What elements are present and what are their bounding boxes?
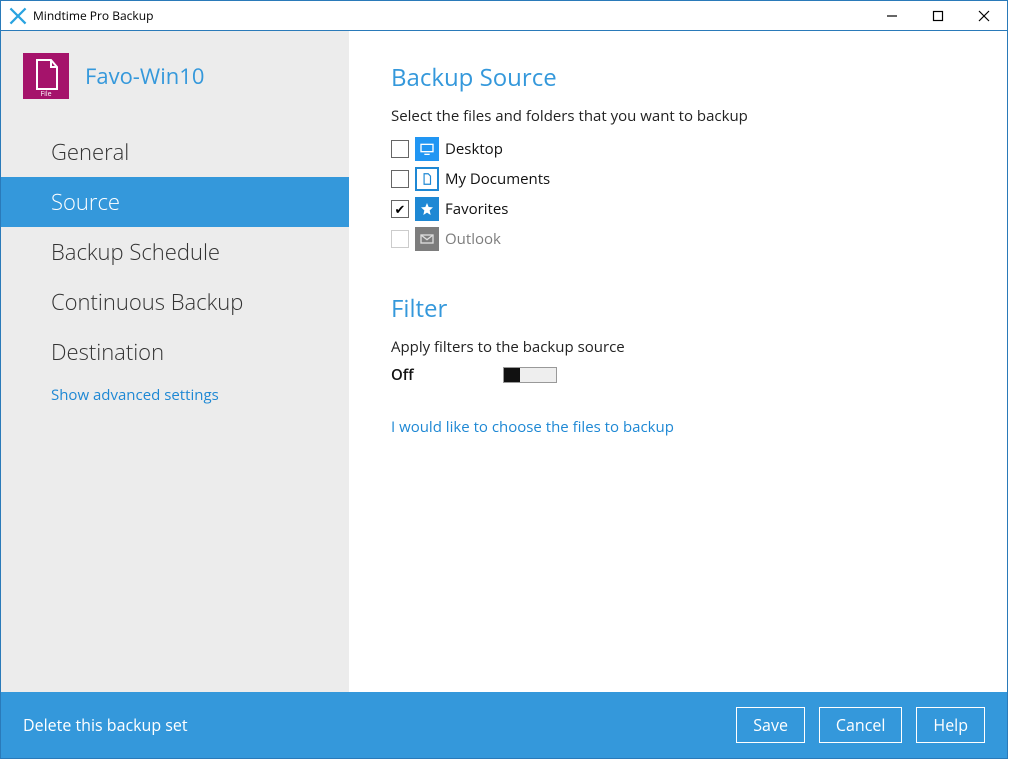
sidebar-item-destination[interactable]: Destination xyxy=(1,327,349,377)
my-documents-checkbox[interactable] xyxy=(391,170,409,188)
sidebar-nav: General Source Backup Schedule Continuou… xyxy=(1,127,349,405)
star-icon xyxy=(415,197,439,221)
source-label: Outlook xyxy=(445,229,501,249)
backup-source-subheading: Select the files and folders that you wa… xyxy=(391,106,965,126)
save-button[interactable]: Save xyxy=(736,707,805,743)
main-panel: Backup Source Select the files and folde… xyxy=(349,31,1007,692)
close-button[interactable] xyxy=(961,1,1007,31)
mail-icon xyxy=(415,227,439,251)
minimize-button[interactable] xyxy=(869,1,915,31)
window-controls xyxy=(869,1,1007,31)
maximize-button[interactable] xyxy=(915,1,961,31)
monitor-icon xyxy=(415,137,439,161)
sidebar: File Favo-Win10 General Source Backup Sc… xyxy=(1,31,349,692)
choose-files-link[interactable]: I would like to choose the files to back… xyxy=(391,417,965,437)
cancel-button[interactable]: Cancel xyxy=(819,707,902,743)
profile-name: Favo-Win10 xyxy=(85,61,204,91)
document-icon xyxy=(415,167,439,191)
window-title: Mindtime Pro Backup xyxy=(33,7,153,24)
desktop-checkbox[interactable] xyxy=(391,140,409,158)
source-row-outlook: Outlook xyxy=(391,224,965,254)
profile-header: File Favo-Win10 xyxy=(1,31,349,107)
body: File Favo-Win10 General Source Backup Sc… xyxy=(1,31,1007,692)
source-label: Favorites xyxy=(445,199,508,219)
source-row-my-documents: My Documents xyxy=(391,164,965,194)
outlook-checkbox xyxy=(391,230,409,248)
show-advanced-settings-link[interactable]: Show advanced settings xyxy=(1,385,349,405)
filter-section: Filter Apply filters to the backup sourc… xyxy=(391,292,965,437)
filter-toggle[interactable] xyxy=(503,367,557,383)
profile-icon-caption: File xyxy=(40,90,51,99)
delete-backup-set-link[interactable]: Delete this backup set xyxy=(23,714,188,736)
source-row-desktop: Desktop xyxy=(391,134,965,164)
backup-source-heading: Backup Source xyxy=(391,61,965,94)
source-list: Desktop My Documents Favorites xyxy=(391,134,965,254)
source-label: My Documents xyxy=(445,169,550,189)
sidebar-item-general[interactable]: General xyxy=(1,127,349,177)
file-backup-icon: File xyxy=(23,53,69,99)
source-row-favorites: Favorites xyxy=(391,194,965,224)
app-window: Mindtime Pro Backup File Favo-Win10 Gene xyxy=(0,0,1008,759)
titlebar: Mindtime Pro Backup xyxy=(1,1,1007,31)
filter-state-label: Off xyxy=(391,365,503,385)
footer: Delete this backup set Save Cancel Help xyxy=(1,692,1007,758)
sidebar-item-backup-schedule[interactable]: Backup Schedule xyxy=(1,227,349,277)
source-label: Desktop xyxy=(445,139,503,159)
favorites-checkbox[interactable] xyxy=(391,200,409,218)
sidebar-item-continuous-backup[interactable]: Continuous Backup xyxy=(1,277,349,327)
app-icon xyxy=(9,7,27,25)
filter-subheading: Apply filters to the backup source xyxy=(391,337,965,357)
sidebar-item-source[interactable]: Source xyxy=(1,177,349,227)
filter-heading: Filter xyxy=(391,292,965,325)
toggle-knob xyxy=(504,368,520,382)
help-button[interactable]: Help xyxy=(916,707,985,743)
filter-row: Off xyxy=(391,365,965,385)
